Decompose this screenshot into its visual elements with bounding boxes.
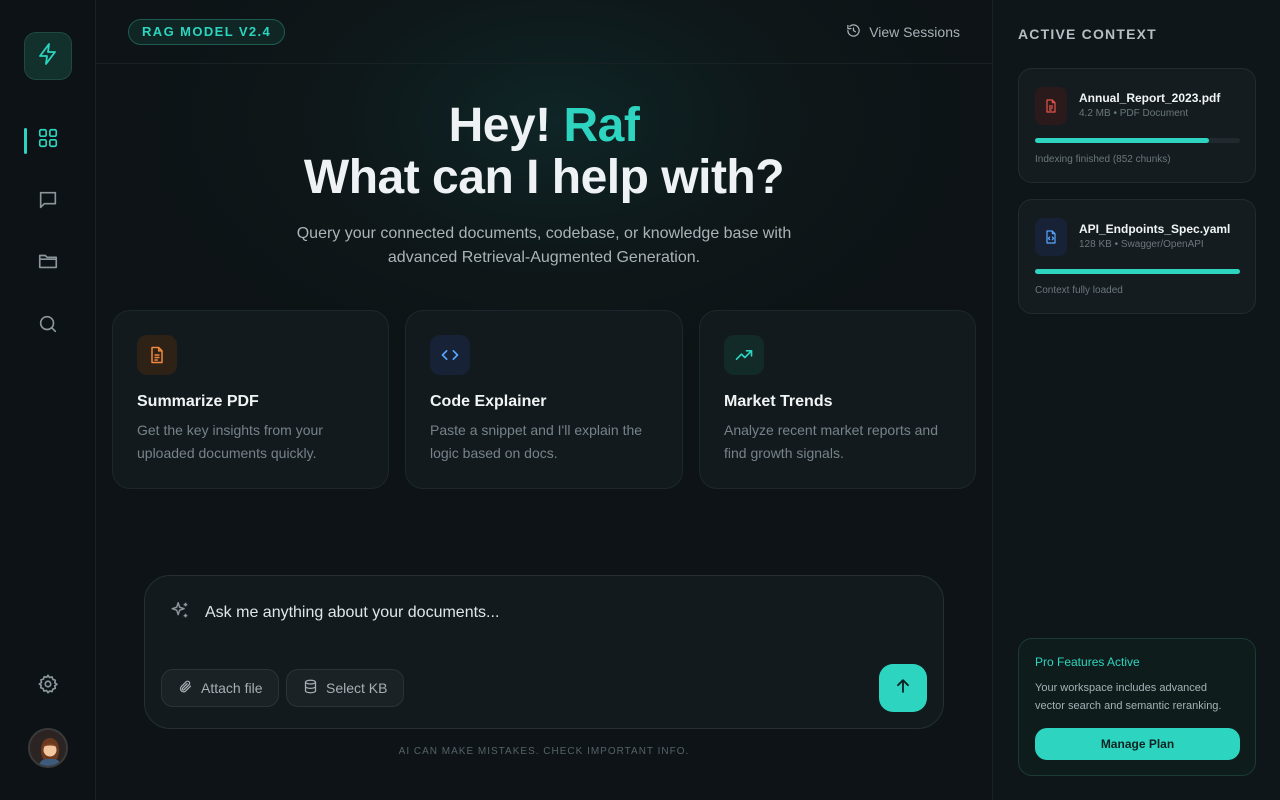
gear-icon: [37, 673, 59, 700]
top-bar: RAG MODEL V2.4 View Sessions: [96, 0, 992, 64]
context-document[interactable]: API_Endpoints_Spec.yaml 128 KB • Swagger…: [1018, 199, 1256, 314]
settings-button[interactable]: [28, 666, 68, 706]
pro-description: Your workspace includes advanced vector …: [1035, 682, 1222, 712]
card-description: Analyze recent market reports and find g…: [724, 422, 938, 461]
lightning-icon: [36, 42, 60, 71]
view-sessions-label: View Sessions: [869, 24, 960, 40]
card-summarize-pdf[interactable]: Summarize PDF Get the key insights from …: [112, 310, 389, 489]
nav-chat[interactable]: [28, 182, 68, 222]
suggestion-cards: Summarize PDF Get the key insights from …: [112, 310, 976, 490]
sparkles-icon: [169, 600, 191, 627]
attach-file-label: Attach file: [201, 680, 263, 696]
nav-active-indicator: [24, 128, 27, 154]
select-kb-label: Select KB: [326, 680, 388, 696]
code-icon: [430, 335, 470, 375]
pro-features-card: Pro Features Active Your workspace inclu…: [1018, 638, 1256, 776]
view-sessions-button[interactable]: View Sessions: [846, 22, 960, 42]
hero-section: Hey! Raf What can I help with? Query you…: [96, 100, 992, 270]
context-document[interactable]: Annual_Report_2023.pdf 4.2 MB • PDF Docu…: [1018, 68, 1256, 183]
document-name: API_Endpoints_Spec.yaml: [1079, 222, 1231, 236]
select-kb-button[interactable]: Select KB: [286, 669, 405, 707]
trending-up-icon: [724, 335, 764, 375]
model-badge: RAG MODEL V2.4: [128, 19, 286, 45]
document-status: Context fully loaded: [1035, 285, 1123, 296]
hero-question: What can I help with?: [303, 151, 785, 204]
grid-icon: [37, 127, 59, 154]
hero-subtitle: Query your connected documents, codebase…: [296, 225, 792, 266]
manage-plan-button[interactable]: Manage Plan: [1035, 728, 1240, 760]
card-code-explainer[interactable]: Code Explainer Paste a snippet and I'll …: [405, 310, 683, 489]
index-progress-bar: [1035, 269, 1240, 274]
nav-dashboard[interactable]: [28, 120, 68, 160]
context-panel: ACTIVE CONTEXT Annual_Report_2023.pdf 4.…: [992, 0, 1280, 800]
card-market-trends[interactable]: Market Trends Analyze recent market repo…: [699, 310, 976, 489]
context-title: ACTIVE CONTEXT: [1018, 26, 1157, 42]
main-area: RAG MODEL V2.4 View Sessions Hey! Raf Wh…: [96, 0, 992, 800]
chat-icon: [37, 189, 59, 216]
card-title: Market Trends: [724, 393, 833, 410]
prompt-input[interactable]: [205, 602, 885, 624]
document-status: Indexing finished (852 chunks): [1035, 154, 1171, 165]
paperclip-icon: [178, 679, 193, 697]
document-meta: 4.2 MB • PDF Document: [1079, 108, 1189, 119]
user-avatar[interactable]: [28, 728, 68, 768]
card-title: Summarize PDF: [137, 393, 259, 410]
progress-fill: [1035, 269, 1240, 274]
folder-icon: [37, 250, 59, 277]
card-description: Paste a snippet and I'll explain the log…: [430, 422, 643, 461]
card-description: Get the key insights from your uploaded …: [137, 422, 323, 461]
greeting: Hey!: [448, 99, 552, 152]
nav-search[interactable]: [28, 306, 68, 346]
left-nav-rail: [0, 0, 96, 800]
pro-title: Pro Features Active: [1035, 655, 1140, 669]
ai-disclaimer: AI CAN MAKE MISTAKES. CHECK IMPORTANT IN…: [398, 746, 690, 757]
app-logo[interactable]: [24, 32, 72, 80]
document-icon: [137, 335, 177, 375]
chat-composer: Attach file Select KB: [144, 575, 944, 729]
send-button[interactable]: [879, 664, 927, 712]
progress-fill: [1035, 138, 1210, 143]
attach-file-button[interactable]: Attach file: [161, 669, 280, 707]
hero-heading: Hey! Raf What can I help with?: [96, 100, 992, 204]
code-file-icon: [1035, 218, 1067, 256]
pdf-file-icon: [1035, 87, 1067, 125]
document-meta: 128 KB • Swagger/OpenAPI: [1079, 239, 1204, 250]
arrow-up-icon: [893, 676, 913, 701]
card-title: Code Explainer: [430, 393, 547, 410]
document-name: Annual_Report_2023.pdf: [1079, 91, 1221, 105]
nav-files[interactable]: [28, 243, 68, 283]
search-icon: [37, 313, 59, 340]
history-icon: [846, 23, 861, 41]
user-name: Raf: [563, 99, 640, 152]
index-progress-bar: [1035, 138, 1240, 143]
database-icon: [303, 679, 318, 697]
